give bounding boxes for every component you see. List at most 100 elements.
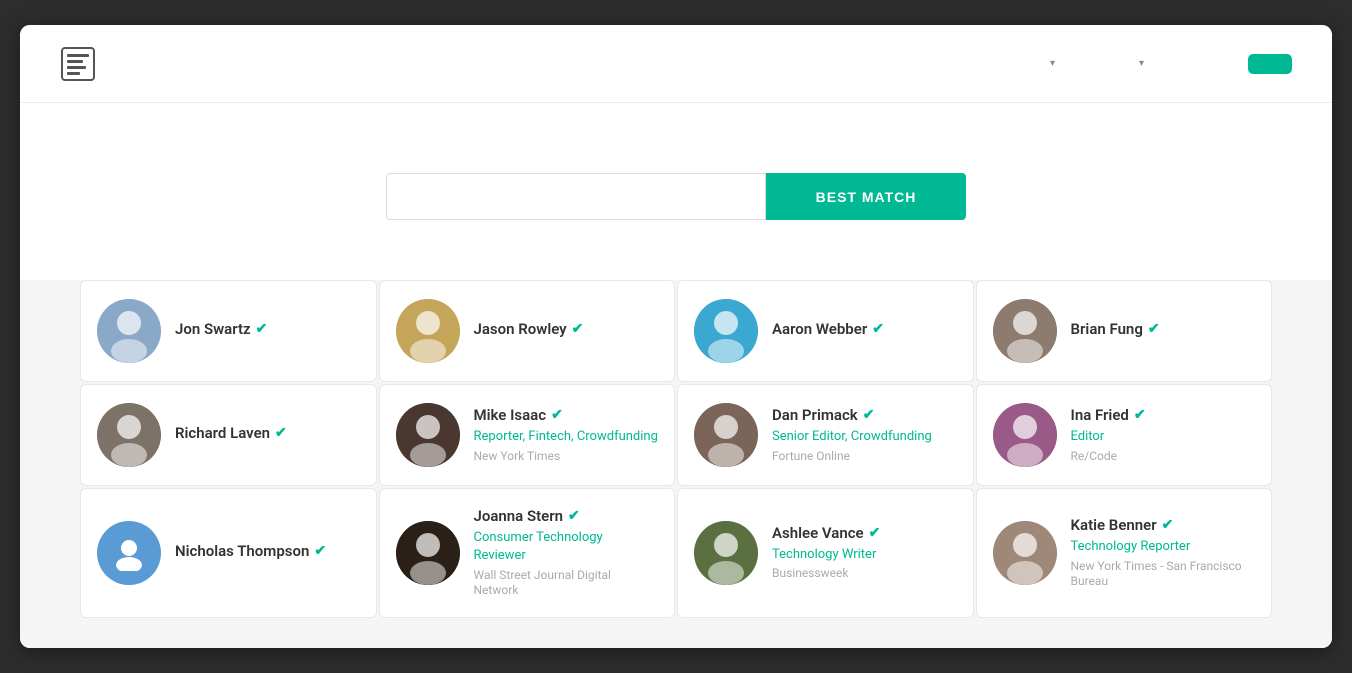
avatar xyxy=(396,521,460,585)
login-button[interactable] xyxy=(1208,56,1240,72)
journalist-name: Brian Fung ✔ xyxy=(1071,320,1256,338)
verified-badge: ✔ xyxy=(275,425,287,441)
journalist-name: Joanna Stern ✔ xyxy=(474,507,659,525)
verified-badge: ✔ xyxy=(1162,517,1174,533)
journalist-name-text: Dan Primack xyxy=(772,406,858,424)
journalist-outlet: Businessweek xyxy=(772,566,957,582)
journalist-info: Aaron Webber ✔ xyxy=(772,320,957,342)
verified-badge: ✔ xyxy=(872,321,884,337)
search-input[interactable] xyxy=(386,173,766,220)
journalist-card-joanna-stern[interactable]: Joanna Stern ✔ Consumer Technology Review… xyxy=(379,488,676,618)
avatar xyxy=(97,403,161,467)
journalist-name: Aaron Webber ✔ xyxy=(772,320,957,338)
verified-badge: ✔ xyxy=(256,321,268,337)
verified-badge: ✔ xyxy=(568,508,580,524)
verified-badge: ✔ xyxy=(314,543,326,559)
journalist-name-text: Jon Swartz xyxy=(175,320,251,338)
journalist-info: Mike Isaac ✔ Reporter, Fintech, Crowdfund… xyxy=(474,406,659,464)
avatar-circle xyxy=(97,299,161,363)
avatar-circle xyxy=(993,403,1057,467)
journalist-info: Jon Swartz ✔ xyxy=(175,320,360,342)
journalist-card-ina-fried[interactable]: Ina Fried ✔ Editor Re/Code xyxy=(976,384,1273,486)
journalist-outlet: New York Times - San Francisco Bureau xyxy=(1071,559,1256,590)
avatar-circle xyxy=(694,521,758,585)
nav-resources[interactable]: ▾ xyxy=(1119,50,1160,77)
journalist-role: Technology Writer xyxy=(772,546,957,564)
journalist-info: Katie Benner ✔ Technology Reporter New Yor… xyxy=(1071,516,1256,589)
browser-window: ▾ ▾ BEST MATCH NEWEST MOST RELEVANT xyxy=(20,25,1332,648)
journalist-card-jon-swartz[interactable]: Jon Swartz ✔ xyxy=(80,280,377,382)
journalist-name: Ina Fried ✔ xyxy=(1071,406,1256,424)
avatar-circle xyxy=(396,403,460,467)
avatar-placeholder xyxy=(97,521,161,585)
journalist-role: Consumer Technology Reviewer xyxy=(474,529,659,565)
logo[interactable] xyxy=(60,46,104,82)
journalist-name: Nicholas Thompson ✔ xyxy=(175,542,360,560)
verified-badge: ✔ xyxy=(572,321,584,337)
nav-pricing[interactable] xyxy=(1079,56,1111,72)
journalist-name-text: Mike Isaac xyxy=(474,406,547,424)
verified-badge: ✔ xyxy=(869,525,881,541)
journalist-role: Reporter, Fintech, Crowdfunding xyxy=(474,428,659,446)
verified-badge: ✔ xyxy=(551,407,563,423)
journalist-card-brian-fung[interactable]: Brian Fung ✔ xyxy=(976,280,1273,382)
nav-our-work[interactable]: ▾ xyxy=(1030,50,1071,77)
nav-links: ▾ ▾ xyxy=(1030,50,1292,77)
avatar xyxy=(396,299,460,363)
journalist-card-dan-primack[interactable]: Dan Primack ✔Senior Editor, Crowdfunding… xyxy=(677,384,974,486)
journalist-outlet: Fortune Online xyxy=(772,449,957,465)
journalist-info: Ina Fried ✔ Editor Re/Code xyxy=(1071,406,1256,464)
journalist-grid: Jon Swartz ✔ Jason Rowley ✔ Aaron Webber… xyxy=(20,280,1332,648)
journalist-info: Nicholas Thompson ✔ xyxy=(175,542,360,564)
journalist-card-aaron-webber[interactable]: Aaron Webber ✔ xyxy=(677,280,974,382)
chevron-down-icon: ▾ xyxy=(1139,58,1144,69)
verified-badge: ✔ xyxy=(1148,321,1160,337)
avatar-circle xyxy=(993,521,1057,585)
journalist-outlet: Wall Street Journal Digital Network xyxy=(474,568,659,599)
avatar-circle xyxy=(396,521,460,585)
nav-enterprise[interactable] xyxy=(1168,56,1200,72)
journalist-card-mike-isaac[interactable]: Mike Isaac ✔ Reporter, Fintech, Crowdfund… xyxy=(379,384,676,486)
avatar-circle xyxy=(97,403,161,467)
journalist-role: Editor xyxy=(1071,428,1256,446)
avatar-circle xyxy=(396,299,460,363)
journalist-name-text: Aaron Webber xyxy=(772,320,867,338)
sort-select[interactable]: BEST MATCH NEWEST MOST RELEVANT xyxy=(766,173,966,220)
signup-button[interactable] xyxy=(1248,54,1292,74)
journalist-outlet: Re/Code xyxy=(1071,449,1256,465)
journalist-info: Dan Primack ✔Senior Editor, Crowdfunding… xyxy=(772,406,957,464)
journalist-card-nicholas-thompson[interactable]: Nicholas Thompson ✔ xyxy=(80,488,377,618)
journalist-name-text: Nicholas Thompson xyxy=(175,542,309,560)
journalist-card-richard-laven[interactable]: Richard Laven ✔ xyxy=(80,384,377,486)
avatar xyxy=(97,299,161,363)
avatar-circle xyxy=(993,299,1057,363)
avatar-circle xyxy=(694,403,758,467)
verified-badge: ✔ xyxy=(863,407,875,423)
journalist-card-katie-benner[interactable]: Katie Benner ✔ Technology Reporter New Yor… xyxy=(976,488,1273,618)
journalist-info: Richard Laven ✔ xyxy=(175,424,360,446)
journalist-card-jason-rowley[interactable]: Jason Rowley ✔ xyxy=(379,280,676,382)
journalist-role: Technology Reporter xyxy=(1071,538,1256,556)
journalist-info: Ashlee Vance ✔Technology WriterBusinessw… xyxy=(772,524,957,582)
avatar xyxy=(396,403,460,467)
journalist-outlet: New York Times xyxy=(474,449,659,465)
logo-icon xyxy=(60,46,96,82)
hero-section: BEST MATCH NEWEST MOST RELEVANT xyxy=(20,103,1332,280)
journalist-name: Richard Laven ✔ xyxy=(175,424,360,442)
avatar xyxy=(993,521,1057,585)
journalist-name-text: Katie Benner xyxy=(1071,516,1157,534)
avatar-circle xyxy=(694,299,758,363)
journalist-name: Mike Isaac ✔ xyxy=(474,406,659,424)
journalist-name-text: Brian Fung xyxy=(1071,320,1143,338)
journalist-name: Jon Swartz ✔ xyxy=(175,320,360,338)
avatar xyxy=(694,403,758,467)
avatar xyxy=(97,521,161,585)
journalist-info: Joanna Stern ✔ Consumer Technology Review… xyxy=(474,507,659,599)
journalist-name: Dan Primack ✔ xyxy=(772,406,957,424)
journalist-name: Katie Benner ✔ xyxy=(1071,516,1256,534)
chevron-down-icon: ▾ xyxy=(1050,58,1055,69)
journalist-card-ashlee-vance[interactable]: Ashlee Vance ✔Technology WriterBusinessw… xyxy=(677,488,974,618)
journalist-name: Jason Rowley ✔ xyxy=(474,320,659,338)
avatar xyxy=(993,299,1057,363)
navbar: ▾ ▾ xyxy=(20,25,1332,103)
